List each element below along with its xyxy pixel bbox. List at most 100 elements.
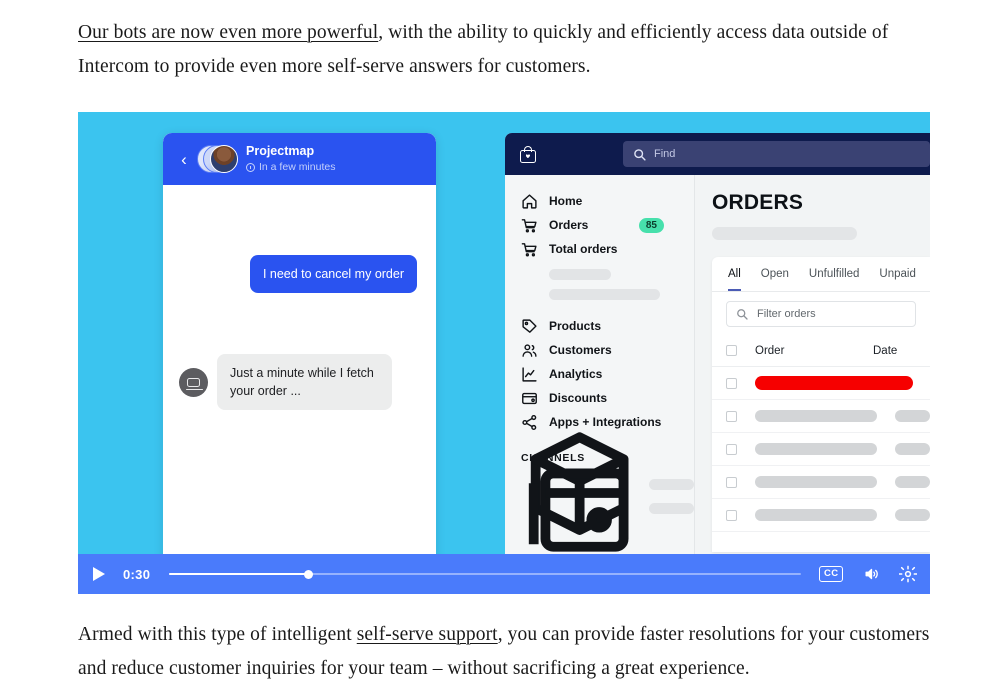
content-placeholder-bar <box>712 227 857 240</box>
row-checkbox[interactable] <box>726 410 737 422</box>
row-date-value <box>894 410 930 422</box>
sidebar-item-label: Orders <box>549 218 589 232</box>
sidebar-item-label: Products <box>549 319 602 333</box>
app-topbar: Find <box>505 133 930 175</box>
bots-powerful-link[interactable]: Our bots are now even more powerful <box>78 22 378 43</box>
chat-title-block: Projectmap In a few minutes <box>246 144 335 175</box>
progress-fill <box>169 573 309 575</box>
progress-knob[interactable] <box>303 569 313 579</box>
intro-paragraph: Our bots are now even more powerful, wit… <box>78 16 930 84</box>
orders-tabs: All Open Unfulfilled Unpaid <box>712 257 930 291</box>
chat-message-bot-row: Just a minute while I fetch your order .… <box>179 354 392 411</box>
home-icon <box>522 193 537 209</box>
sidebar-item-label: Analytics <box>549 367 603 381</box>
chat-title: Projectmap <box>246 143 315 158</box>
share-nodes-icon <box>522 414 537 430</box>
clock-icon <box>246 163 255 173</box>
row-date-value <box>894 443 930 455</box>
orders-table-header: Order Date <box>712 335 930 367</box>
filter-orders-input[interactable]: Filter orders <box>726 301 916 327</box>
row-order-value <box>755 376 913 390</box>
chat-messages: I need to cancel my order Just a minute … <box>163 185 436 556</box>
video-time: 0:30 <box>123 566 151 582</box>
sidebar-item-label: Customers <box>549 343 612 357</box>
row-checkbox[interactable] <box>726 377 737 389</box>
orders-card: All Open Unfulfilled Unpaid Filter order… <box>712 257 930 552</box>
commerce-app-window: Find Home Orders 85 Total orders Product… <box>505 133 930 573</box>
video-embed[interactable]: ‹ Projectmap In a few minutes I need to … <box>78 112 930 594</box>
select-all-checkbox[interactable] <box>726 345 737 356</box>
storefront-icon <box>528 468 629 552</box>
captions-button[interactable]: CC <box>819 566 843 582</box>
row-checkbox[interactable] <box>726 443 737 455</box>
video-player-controls: 0:30 CC <box>78 554 930 594</box>
sidebar-item-apps-integrations[interactable]: Apps + Integrations <box>521 410 694 434</box>
sidebar-item-orders[interactable]: Orders 85 <box>521 213 694 237</box>
sidebar-item-products[interactable]: Products <box>521 314 694 338</box>
chat-window: ‹ Projectmap In a few minutes I need to … <box>163 133 436 573</box>
tab-unpaid[interactable]: Unpaid <box>879 268 915 291</box>
sidebar-item-total-orders[interactable]: Total orders <box>521 237 694 261</box>
sidebar-item-label: Total orders <box>549 242 618 256</box>
people-icon <box>522 343 537 357</box>
sidebar-placeholder-bar <box>549 289 660 300</box>
row-checkbox[interactable] <box>726 476 737 488</box>
row-date-value <box>894 509 930 521</box>
bot-avatar-icon <box>179 368 208 397</box>
self-serve-support-link[interactable]: self-serve support <box>357 624 498 645</box>
row-order-value <box>755 443 877 455</box>
table-row[interactable] <box>712 499 930 532</box>
avatar <box>210 145 238 173</box>
chart-icon <box>522 366 537 382</box>
sidebar-item-discounts[interactable]: Discounts <box>521 386 694 410</box>
app-content: ORDERS All Open Unfulfilled Unpaid Filte… <box>695 175 930 573</box>
column-header-date: Date <box>873 344 898 357</box>
table-row[interactable] <box>712 400 930 433</box>
settings-icon[interactable] <box>899 565 917 583</box>
sidebar-item-analytics[interactable]: Analytics <box>521 362 694 386</box>
cart-icon <box>521 242 537 256</box>
sidebar-channel-item[interactable] <box>521 468 694 552</box>
row-order-value <box>755 509 877 521</box>
video-progress-slider[interactable] <box>169 567 802 581</box>
row-date-value <box>894 476 930 488</box>
filter-orders-placeholder: Filter orders <box>757 308 816 320</box>
tab-open[interactable]: Open <box>761 268 789 291</box>
tab-all[interactable]: All <box>728 268 741 291</box>
column-header-order: Order <box>755 344 785 357</box>
sidebar-item-label: Home <box>549 194 583 208</box>
play-icon[interactable] <box>93 567 105 581</box>
outro-before: Armed with this type of intelligent <box>78 624 357 645</box>
page-title: ORDERS <box>712 191 804 214</box>
table-row[interactable] <box>712 367 930 400</box>
table-row[interactable] <box>712 433 930 466</box>
avatar-group <box>197 143 239 175</box>
shopping-bag-icon <box>520 145 536 163</box>
outro-paragraph: Armed with this type of intelligent self… <box>78 618 930 686</box>
search-icon <box>737 309 748 320</box>
volume-icon[interactable] <box>862 566 881 582</box>
row-order-value <box>755 410 877 422</box>
chat-message-user: I need to cancel my order <box>249 255 417 294</box>
app-search-input[interactable]: Find <box>623 141 930 167</box>
back-icon[interactable]: ‹ <box>173 151 195 168</box>
chat-status: In a few minutes <box>246 161 335 174</box>
discount-card-icon <box>522 392 537 404</box>
row-checkbox[interactable] <box>726 509 737 521</box>
sidebar-placeholder-bar <box>649 478 694 490</box>
sidebar-placeholder-bar <box>649 502 694 514</box>
sidebar-item-label: Apps + Integrations <box>549 415 662 429</box>
sidebar-item-label: Discounts <box>549 391 608 405</box>
sidebar-placeholder-bar <box>549 269 611 280</box>
tab-unfulfilled[interactable]: Unfulfilled <box>809 268 860 291</box>
sidebar-item-home[interactable]: Home <box>521 189 694 213</box>
chat-status-label: In a few minutes <box>259 161 336 174</box>
table-row[interactable] <box>712 466 930 499</box>
app-sidebar: Home Orders 85 Total orders Products Cus… <box>505 175 695 573</box>
sidebar-item-customers[interactable]: Customers <box>521 338 694 362</box>
cart-icon <box>521 218 537 232</box>
tag-icon <box>522 318 537 333</box>
chat-message-bot: Just a minute while I fetch your order .… <box>217 354 392 411</box>
filter-orders-wrap: Filter orders <box>712 292 930 327</box>
app-logo[interactable] <box>505 145 613 163</box>
